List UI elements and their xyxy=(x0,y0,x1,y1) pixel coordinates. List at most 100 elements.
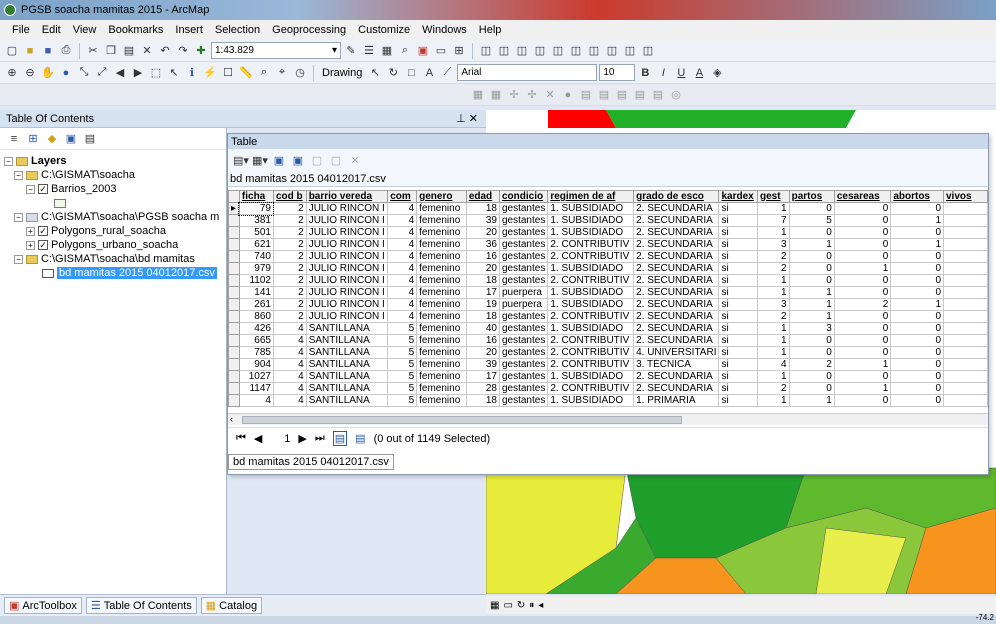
search-window-icon[interactable]: ⌕ xyxy=(397,43,413,59)
table-cell[interactable]: gestantes xyxy=(498,322,549,335)
table-cell[interactable]: 5 xyxy=(387,322,418,335)
find-icon[interactable]: ⌕ xyxy=(256,65,272,81)
table-cell[interactable] xyxy=(943,274,988,287)
table-cell[interactable]: 1 xyxy=(833,262,892,275)
save-icon[interactable]: ■ xyxy=(40,43,56,59)
graphics-tool-icon[interactable]: ◫ xyxy=(514,43,530,59)
fill-color-icon[interactable]: ◈ xyxy=(709,65,725,81)
table-cell[interactable]: femenino xyxy=(416,358,467,371)
table-cell[interactable]: gestantes xyxy=(498,226,549,239)
table-cell[interactable]: si xyxy=(718,262,758,275)
menu-file[interactable]: File xyxy=(6,24,36,36)
table-cell[interactable]: 2. SECUNDARIA xyxy=(633,322,720,335)
table-cell[interactable]: si xyxy=(718,346,758,359)
table-cell[interactable]: 1 xyxy=(756,286,790,299)
table-cell[interactable]: 1 xyxy=(833,382,892,395)
table-cell[interactable]: 0 xyxy=(833,286,892,299)
table-cell[interactable] xyxy=(943,346,988,359)
graphics-tool-icon[interactable]: ◫ xyxy=(568,43,584,59)
full-extent-icon[interactable]: ● xyxy=(58,65,74,81)
rotate-icon[interactable]: ↻ xyxy=(385,65,401,81)
table-cell[interactable]: 1. PRIMARIA xyxy=(633,394,720,407)
table-cell[interactable] xyxy=(943,262,988,275)
table-cell[interactable]: femenino xyxy=(416,310,467,323)
table-cell[interactable]: 1 xyxy=(756,346,790,359)
edit-tool-icon[interactable]: ▦ xyxy=(488,87,504,103)
table-cell[interactable]: JULIO RINCON I xyxy=(305,250,389,263)
table-cell[interactable]: 20 xyxy=(465,226,500,239)
measure-icon[interactable]: 📏 xyxy=(238,65,254,81)
table-cell[interactable]: 4 xyxy=(272,358,307,371)
new-document-icon[interactable]: ▢ xyxy=(4,43,20,59)
first-record-icon[interactable]: ⏮ xyxy=(236,432,246,445)
column-header[interactable]: cod b xyxy=(272,190,307,203)
column-header[interactable]: kardex xyxy=(718,190,758,203)
table-cell[interactable]: JULIO RINCON I xyxy=(305,214,389,227)
table-cell[interactable]: 4 xyxy=(387,298,418,311)
select-features-icon[interactable]: ⬚ xyxy=(148,65,164,81)
table-row[interactable]: 501 2 JULIO RINCON I 4 femenino 20 gestantes 1.… xyxy=(228,226,988,239)
table-row[interactable]: 1102 2 JULIO RINCON I 4 femenino 18 gestantes 2… xyxy=(228,274,988,287)
underline-button[interactable]: U xyxy=(673,65,689,81)
edit-tool-icon[interactable]: ▤ xyxy=(578,87,594,103)
horizontal-scrollbar[interactable]: ‹ xyxy=(228,413,988,425)
redo-icon[interactable]: ↷ xyxy=(175,43,191,59)
table-cell[interactable]: 1 xyxy=(890,214,944,227)
table-cell[interactable]: SANTILLANA xyxy=(305,322,389,335)
time-slider-icon[interactable]: ◷ xyxy=(292,65,308,81)
table-cell[interactable]: 0 xyxy=(890,226,944,239)
clear-selection-icon[interactable]: ▢ xyxy=(309,152,325,168)
table-cell[interactable]: 665 xyxy=(238,334,274,347)
table-cell[interactable]: gestantes xyxy=(498,358,549,371)
table-cell[interactable]: 2. CONTRIBUTIV xyxy=(547,358,635,371)
table-cell[interactable]: 4 xyxy=(272,370,307,383)
table-cell[interactable]: JULIO RINCON I xyxy=(305,286,389,299)
table-cell[interactable]: 40 xyxy=(465,322,500,335)
table-cell[interactable]: 2 xyxy=(833,298,892,311)
table-cell[interactable]: 2. SECUNDARIA xyxy=(633,298,720,311)
table-cell[interactable]: 4 xyxy=(238,394,274,407)
table-row[interactable]: 1147 4 SANTILLANA 5 femenino 28 gestantes 2. CO… xyxy=(228,382,988,395)
table-cell[interactable]: 0 xyxy=(833,250,892,263)
row-selector[interactable] xyxy=(228,238,240,251)
scroll-left-icon[interactable]: ◂ xyxy=(538,600,543,611)
table-row[interactable]: 381 2 JULIO RINCON I 4 femenino 39 gestantes 1.… xyxy=(228,214,988,227)
table-cell[interactable]: femenino xyxy=(416,202,467,215)
table-row[interactable]: 1027 4 SANTILLANA 5 femenino 17 gestantes 1. SU… xyxy=(228,370,988,383)
graphics-tool-icon[interactable]: ◫ xyxy=(622,43,638,59)
edit-tool-icon[interactable]: ▤ xyxy=(596,87,612,103)
table-cell[interactable]: 261 xyxy=(238,298,274,311)
table-cell[interactable]: 1. SUBSIDIADO xyxy=(547,298,635,311)
tab-table-of-contents[interactable]: ☰ Table Of Contents xyxy=(85,597,197,614)
menu-insert[interactable]: Insert xyxy=(169,24,209,36)
table-cell[interactable]: 2. CONTRIBUTIV xyxy=(547,250,635,263)
table-row[interactable]: 426 4 SANTILLANA 5 femenino 40 gestantes 1. SUB… xyxy=(228,322,988,335)
table-cell[interactable] xyxy=(943,226,988,239)
table-cell[interactable]: 4 xyxy=(387,274,418,287)
table-cell[interactable]: SANTILLANA xyxy=(305,358,389,371)
column-header[interactable]: barrio vereda xyxy=(305,190,389,203)
font-color-icon[interactable]: A xyxy=(691,65,707,81)
column-header[interactable]: com xyxy=(387,190,418,203)
close-icon[interactable]: ✕ xyxy=(469,113,478,125)
delete-selected-icon[interactable]: ▢ xyxy=(328,152,344,168)
table-cell[interactable]: gestantes xyxy=(498,250,549,263)
table-cell[interactable]: 1. SUBSIDIADO xyxy=(547,370,635,383)
table-cell[interactable]: gestantes xyxy=(498,370,549,383)
table-cell[interactable]: 3 xyxy=(756,298,790,311)
row-selector[interactable]: ▸ xyxy=(228,202,240,215)
cut-icon[interactable]: ✂ xyxy=(85,43,101,59)
table-cell[interactable]: femenino xyxy=(416,262,467,275)
options-icon[interactable]: ▤ xyxy=(82,131,98,147)
table-cell[interactable]: 0 xyxy=(788,274,835,287)
table-cell[interactable]: gestantes xyxy=(498,202,549,215)
current-record-field[interactable]: 1 xyxy=(270,433,290,445)
table-cell[interactable]: 2 xyxy=(756,382,790,395)
table-cell[interactable] xyxy=(943,214,988,227)
table-row[interactable]: 979 2 JULIO RINCON I 4 femenino 20 gestantes 1.… xyxy=(228,262,988,275)
switch-selection-icon[interactable]: ▣ xyxy=(290,152,306,168)
toc-layer-urbano[interactable]: + ✓ Polygons_urbano_soacha xyxy=(4,238,226,252)
table-row[interactable]: ▸ 79 2 JULIO RINCON I 4 femenino 18 gestantes 1.… xyxy=(228,201,988,216)
table-cell[interactable] xyxy=(943,298,988,311)
table-cell[interactable]: 5 xyxy=(387,382,418,395)
